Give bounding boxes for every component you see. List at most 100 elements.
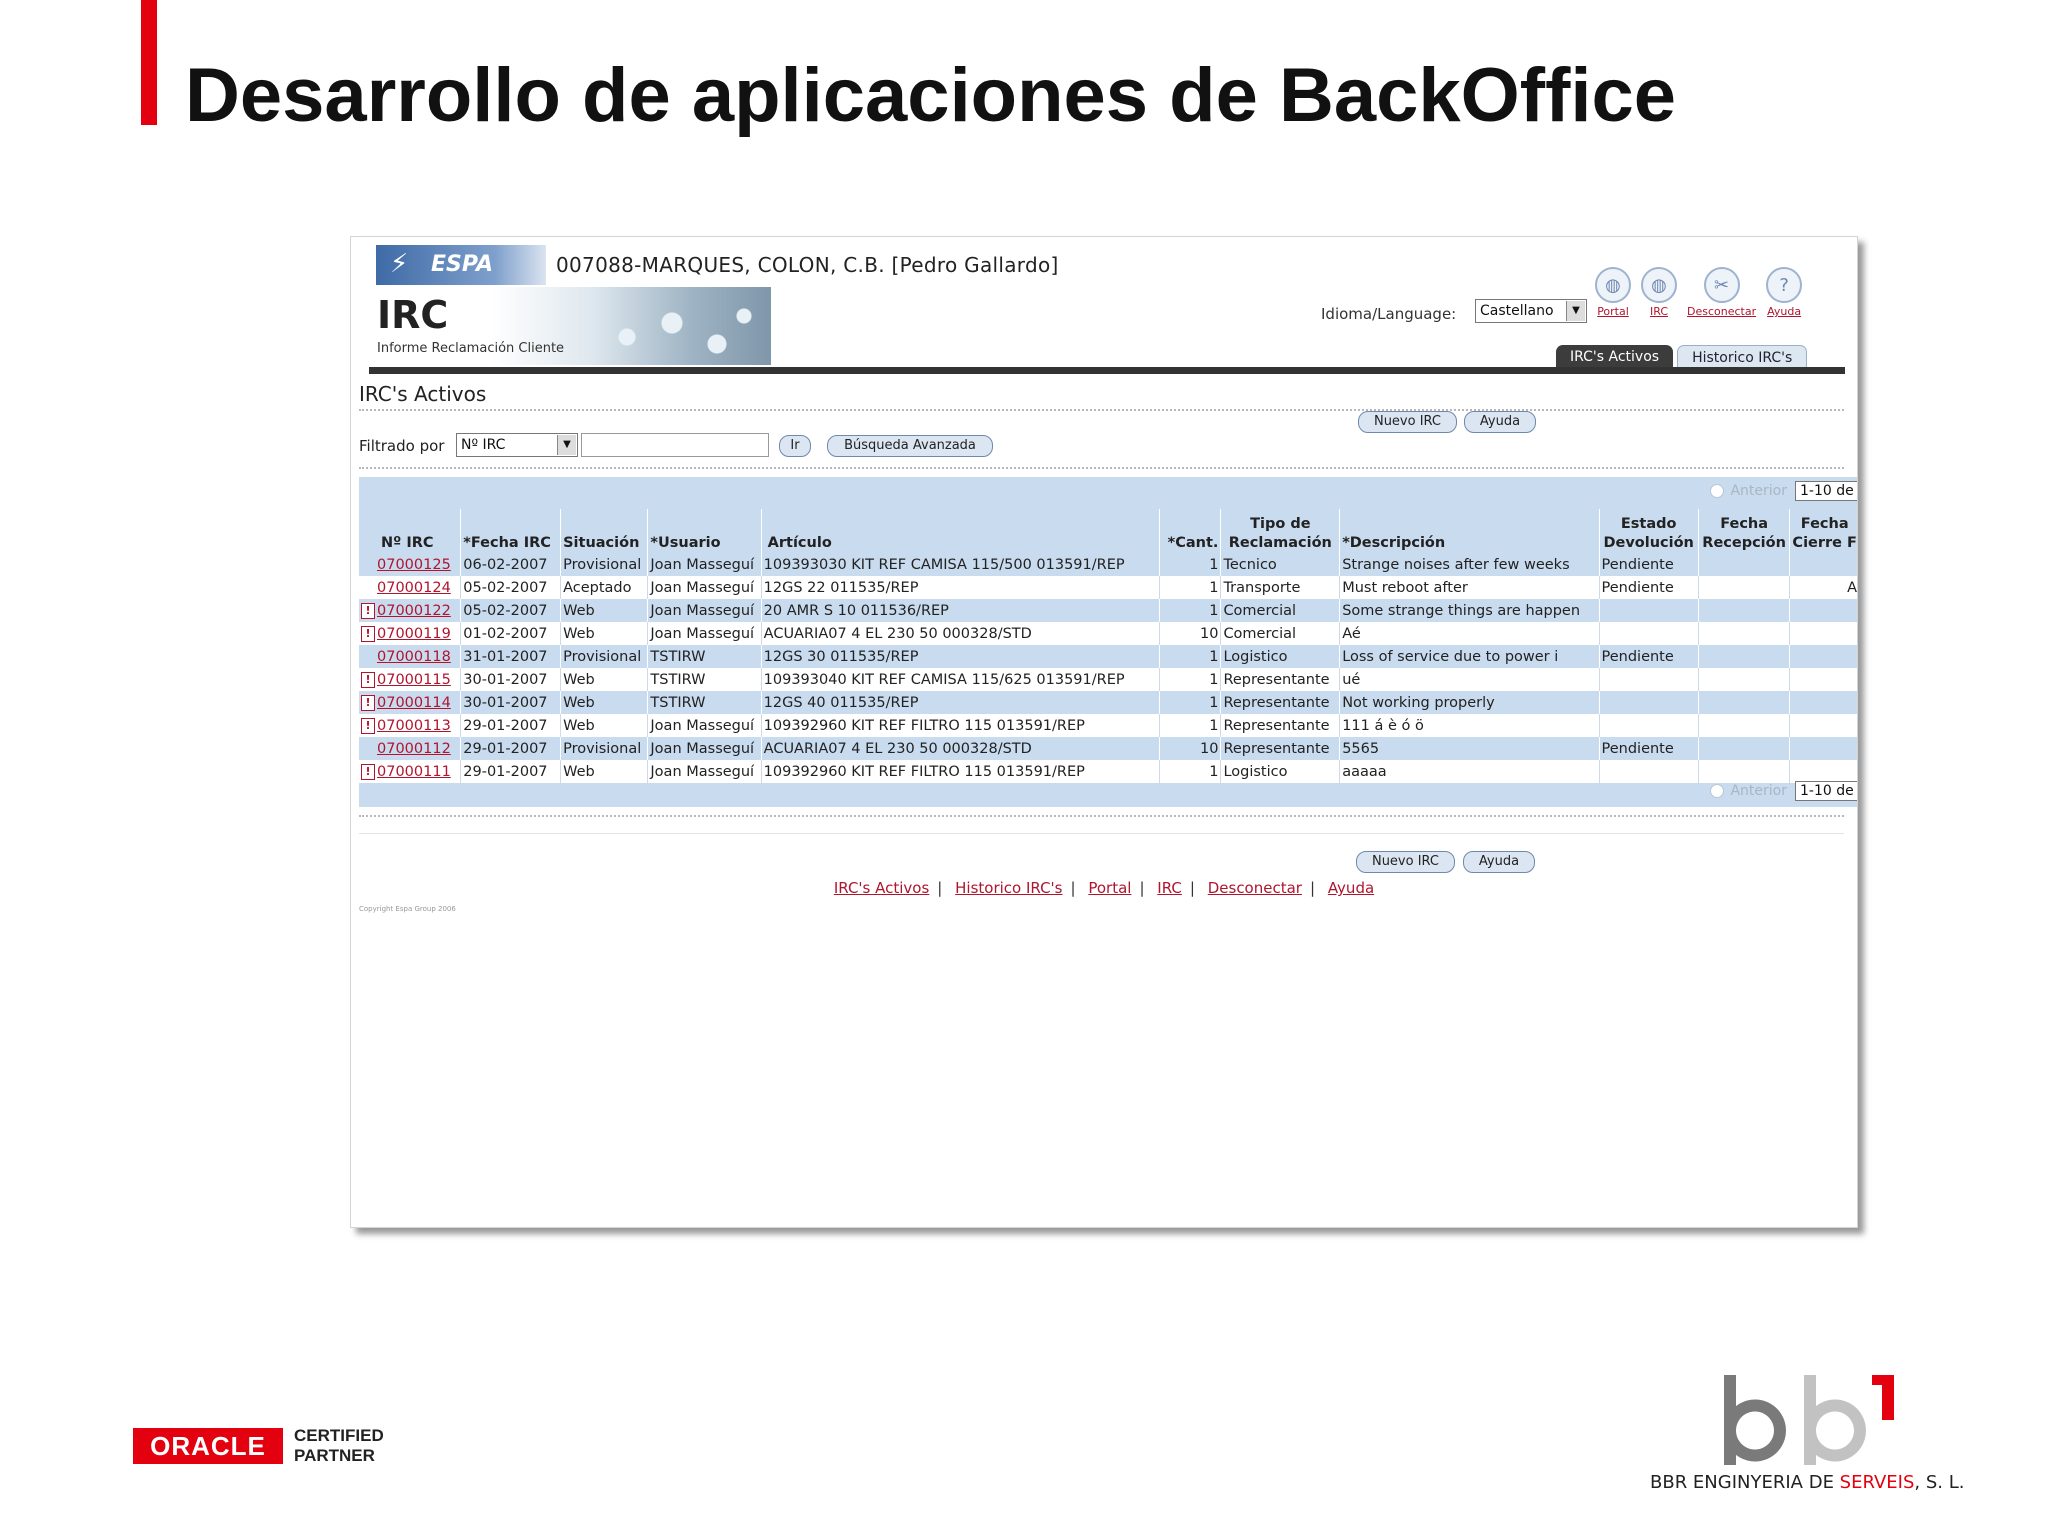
user-cell: Joan Masseguí: [647, 760, 762, 783]
previous-radio[interactable]: [1710, 484, 1725, 498]
irc-id-cell: 07000112: [359, 737, 461, 760]
portal-link[interactable]: ◍ Portal: [1595, 267, 1631, 318]
irc-id-link[interactable]: 07000114: [377, 695, 451, 711]
description-cell: Some strange things are happen: [1339, 599, 1599, 622]
status-cell: Web: [560, 760, 648, 783]
user-cell: TSTIRW: [647, 691, 762, 714]
irc-id-link[interactable]: 07000112: [377, 741, 451, 757]
previous-radio[interactable]: [1710, 784, 1725, 798]
portal-label[interactable]: Portal: [1597, 305, 1629, 318]
status-cell: Web: [560, 691, 648, 714]
irc-id-link[interactable]: 07000119: [377, 626, 451, 642]
help-label[interactable]: Ayuda: [1767, 305, 1801, 318]
page-title: IRC's Activos: [359, 382, 487, 406]
description-cell: Aé: [1339, 622, 1599, 645]
bbr-logo: [1724, 1375, 1894, 1465]
irc-id-cell: ! 07000114: [359, 691, 461, 714]
column-header[interactable]: *Cant.: [1159, 509, 1221, 553]
article-cell: 20 AMR S 10 011536/REP: [760, 599, 1160, 622]
chevron-down-icon[interactable]: ▼: [1566, 301, 1585, 321]
irc-id-cell: ! 07000113: [359, 714, 461, 737]
column-header: Artículo: [760, 509, 1160, 553]
footer-link-active[interactable]: IRC's Activos: [834, 879, 929, 897]
filter-field-value: Nº IRC: [461, 437, 506, 453]
irc-table-panel: Anterior 1-10 de Nº IRC *Fecha IRC Situa…: [359, 477, 1857, 807]
column-header: Fecha Recepción: [1697, 509, 1790, 553]
header-divider: [369, 367, 1845, 374]
help-icon[interactable]: ?: [1766, 267, 1803, 303]
disconnect-link[interactable]: ✂ Desconectar: [1687, 267, 1756, 318]
reception-date-cell: [1697, 553, 1790, 576]
reception-date-cell: [1697, 737, 1790, 760]
irc-id-link[interactable]: 07000122: [377, 603, 451, 619]
user-cell: Joan Masseguí: [647, 599, 762, 622]
footer-link-historic[interactable]: Historico IRC's: [955, 879, 1062, 897]
column-header[interactable]: *Fecha IRC: [460, 509, 561, 553]
irc-id-link[interactable]: 07000113: [377, 718, 451, 734]
advanced-search-button[interactable]: Búsqueda Avanzada: [827, 435, 993, 457]
claim-type-cell: Transporte: [1220, 576, 1340, 599]
table-row: ! 07000115 30-01-2007 Web TSTIRW 109393040 KI…: [359, 668, 1857, 691]
chevron-down-icon[interactable]: ▼: [557, 435, 576, 455]
irc-link[interactable]: ◍ IRC: [1641, 267, 1677, 318]
range-select[interactable]: 1-10 de: [1795, 781, 1857, 801]
return-status-cell: Pendiente: [1598, 737, 1699, 760]
footer-link-portal[interactable]: Portal: [1088, 879, 1131, 897]
divider: [359, 467, 1844, 469]
table-row: ! 07000119 01-02-2007 Web Joan Masseguí ACUAR…: [359, 622, 1857, 645]
table-row: ! 07000113 29-01-2007 Web Joan Masseguí 10939…: [359, 714, 1857, 737]
quantity-cell: 1: [1159, 645, 1221, 668]
disconnect-label[interactable]: Desconectar: [1687, 305, 1756, 318]
table-row: ! 07000122 05-02-2007 Web Joan Masseguí 20 AM…: [359, 599, 1857, 622]
range-select[interactable]: 1-10 de: [1795, 481, 1857, 501]
user-cell: Joan Masseguí: [647, 553, 762, 576]
portal-icon[interactable]: ◍: [1595, 267, 1631, 303]
status-cell: Web: [560, 668, 648, 691]
espa-logo-text: ESPA: [431, 252, 494, 277]
irc-icon[interactable]: ◍: [1641, 267, 1677, 303]
footer-link-irc[interactable]: IRC: [1157, 879, 1182, 897]
new-irc-button[interactable]: Nuevo IRC: [1358, 411, 1457, 433]
claim-type-cell: Logistico: [1220, 645, 1340, 668]
footer-link-help[interactable]: Ayuda: [1328, 879, 1374, 897]
irc-id-link[interactable]: 07000111: [377, 764, 451, 780]
column-header[interactable]: *Descripción: [1339, 509, 1599, 553]
new-irc-button[interactable]: Nuevo IRC: [1356, 851, 1455, 873]
description-cell: 5565: [1339, 737, 1599, 760]
language-select[interactable]: Castellano ▼: [1475, 299, 1587, 323]
irc-label[interactable]: IRC: [1650, 305, 1668, 318]
irc-id-link[interactable]: 07000118: [377, 649, 451, 665]
date-cell: 06-02-2007: [460, 553, 561, 576]
close-date-cell: [1789, 553, 1857, 576]
pager-top: Anterior 1-10 de: [1710, 479, 1857, 503]
article-cell: ACUARIA07 4 EL 230 50 000328/STD: [760, 622, 1160, 645]
quantity-cell: 1: [1159, 553, 1221, 576]
close-date-cell: [1789, 645, 1857, 668]
company-name: 007088-MARQUES, COLON, C.B. [Pedro Galla…: [556, 253, 1059, 277]
help-button[interactable]: Ayuda: [1463, 851, 1535, 873]
table-row: 07000124 05-02-2007 Aceptado Joan Masseguí 1…: [359, 576, 1857, 599]
column-header[interactable]: *Usuario: [647, 509, 762, 553]
status-cell: Web: [560, 622, 648, 645]
disconnect-icon[interactable]: ✂: [1703, 267, 1740, 303]
irc-id-cell: 07000125: [359, 553, 461, 576]
column-header[interactable]: Nº IRC: [359, 509, 461, 553]
help-link[interactable]: ? Ayuda: [1766, 267, 1803, 318]
close-date-cell: A: [1789, 576, 1857, 599]
user-cell: TSTIRW: [647, 668, 762, 691]
go-button[interactable]: Ir: [779, 435, 811, 457]
footer-link-disconnect[interactable]: Desconectar: [1208, 879, 1302, 897]
irc-id-link[interactable]: 07000125: [377, 557, 451, 573]
filter-input[interactable]: [581, 433, 769, 457]
irc-id-link[interactable]: 07000124: [377, 580, 451, 596]
irc-id-link[interactable]: 07000115: [377, 672, 451, 688]
article-cell: ACUARIA07 4 EL 230 50 000328/STD: [760, 737, 1160, 760]
date-cell: 05-02-2007: [460, 576, 561, 599]
language-value: Castellano: [1480, 303, 1554, 319]
previous-link[interactable]: Anterior: [1730, 783, 1787, 799]
help-button[interactable]: Ayuda: [1464, 411, 1536, 433]
irc-id-cell: ! 07000122: [359, 599, 461, 622]
previous-link[interactable]: Anterior: [1730, 483, 1787, 499]
quantity-cell: 1: [1159, 714, 1221, 737]
filter-field-select[interactable]: Nº IRC ▼: [456, 433, 578, 457]
